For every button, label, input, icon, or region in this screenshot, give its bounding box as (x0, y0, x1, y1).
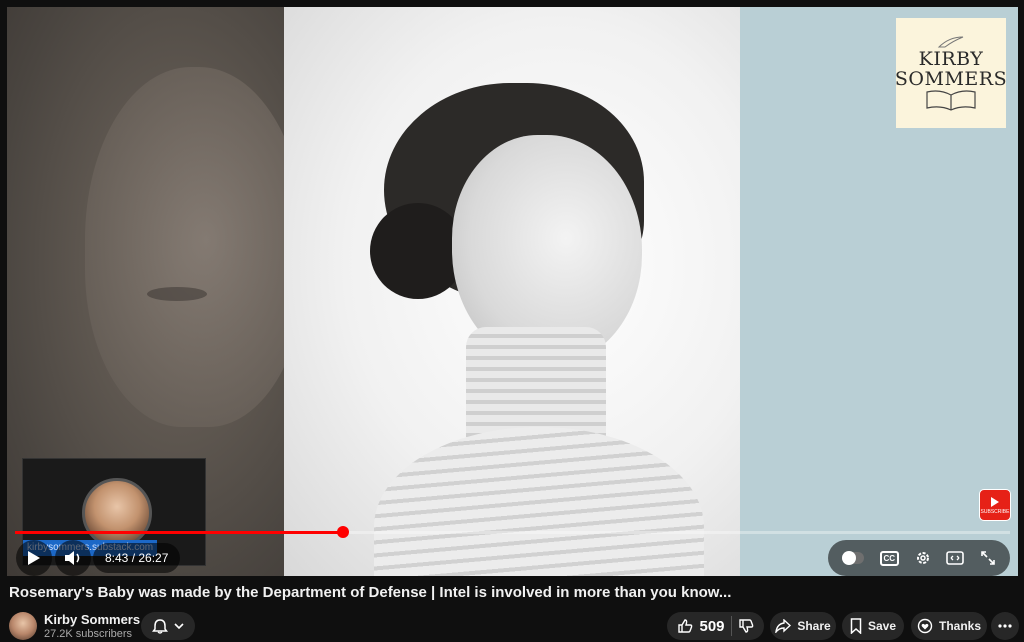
theater-mode-button[interactable] (946, 551, 965, 565)
blurred-eye (147, 287, 207, 301)
subscriber-count: 27.2K subscribers (44, 628, 133, 640)
cc-icon: CC (879, 550, 900, 566)
settings-button[interactable] (915, 550, 931, 566)
theater-icon (946, 551, 965, 565)
open-book-icon (926, 90, 976, 111)
dislike-button[interactable] (738, 618, 754, 634)
like-divider (730, 616, 732, 636)
captions-button[interactable]: CC (879, 550, 900, 566)
like-button[interactable]: 509 (677, 617, 725, 635)
channel-name-link[interactable]: Kirby Sommers (44, 612, 140, 627)
logo-text-line1: KIRBY (918, 48, 984, 70)
autoplay-toggle[interactable] (841, 551, 864, 565)
logo-text-line2: SOMMERS (894, 68, 1008, 90)
video-player[interactable]: KIRBY SOMMERS SUBSCRIBE kirbysommers.sub… (7, 7, 1018, 576)
save-label: Save (867, 619, 897, 633)
portrait-blouse (374, 427, 704, 576)
volume-button[interactable] (55, 540, 91, 576)
gear-icon (916, 552, 929, 564)
autoplay-switch-icon (841, 551, 864, 565)
time-display: 8:43 / 26:27 (93, 543, 181, 573)
save-button[interactable]: Save (842, 612, 904, 640)
channel-logo-overlay: KIRBY SOMMERS (894, 18, 1008, 128)
thanks-button[interactable]: Thanks (911, 612, 987, 640)
right-controls: CC (828, 540, 1010, 576)
volume-icon (65, 551, 80, 565)
play-button[interactable] (16, 540, 52, 576)
bookmark-icon (850, 618, 862, 634)
progress-played (15, 531, 343, 534)
quill-icon (937, 36, 964, 48)
share-icon (775, 619, 792, 633)
play-icon (28, 551, 40, 565)
share-label: Share (797, 619, 831, 633)
subscribe-watermark-label: SUBSCRIBE (980, 509, 1010, 515)
share-button[interactable]: Share (770, 612, 836, 640)
video-frame-portrait (284, 7, 740, 576)
bell-icon (152, 619, 168, 634)
thumbs-up-icon (678, 619, 693, 633)
more-horizontal-icon (998, 624, 1012, 628)
fullscreen-button[interactable] (980, 550, 996, 566)
notification-bell-button[interactable] (141, 612, 195, 640)
thanks-label: Thanks (938, 619, 981, 633)
thumbs-down-icon (738, 619, 753, 633)
play-triangle-icon (991, 497, 999, 507)
chevron-down-icon (174, 623, 184, 630)
super-thanks-icon (917, 618, 933, 634)
more-actions-button[interactable] (991, 612, 1019, 640)
subscribe-watermark-button[interactable]: SUBSCRIBE (979, 489, 1011, 521)
like-dislike-group: 509 (667, 612, 764, 640)
channel-avatar[interactable] (9, 612, 37, 640)
progress-scrubber-handle[interactable] (337, 526, 349, 538)
blurred-face (85, 67, 305, 427)
progress-bar[interactable] (15, 526, 1010, 538)
like-count: 509 (699, 617, 725, 635)
presenter-avatar (82, 478, 152, 548)
fullscreen-icon (981, 551, 995, 565)
video-title: Rosemary's Baby was made by the Departme… (9, 584, 732, 601)
